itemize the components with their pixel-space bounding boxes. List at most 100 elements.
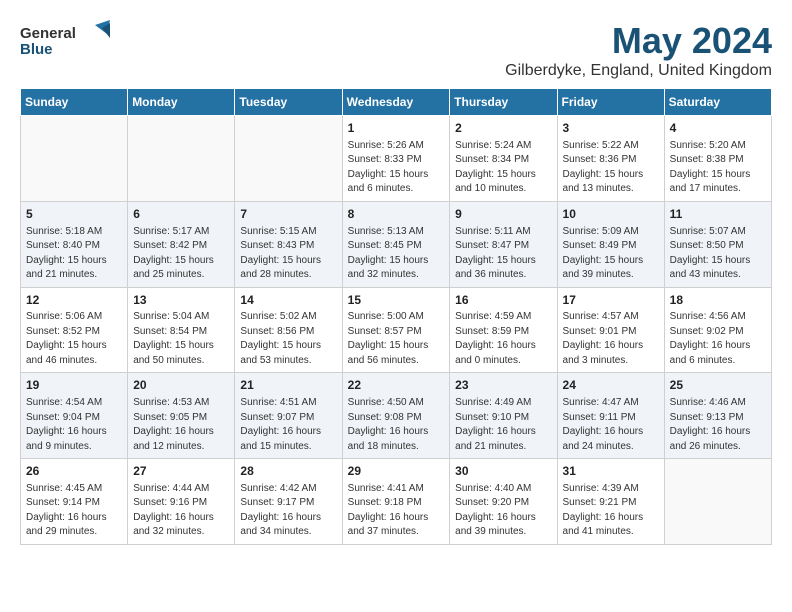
day-info: Sunrise: 4:49 AM Sunset: 9:10 PM Dayligh… <box>455 396 551 454</box>
day-number: 28 <box>240 463 336 480</box>
svg-text:General: General <box>20 25 76 42</box>
day-number: 26 <box>26 463 122 480</box>
calendar-day-cell: 11Sunrise: 5:07 AM Sunset: 8:50 PM Dayli… <box>664 201 771 287</box>
day-info: Sunrise: 4:56 AM Sunset: 9:02 PM Dayligh… <box>670 310 766 368</box>
day-info: Sunrise: 4:47 AM Sunset: 9:11 PM Dayligh… <box>563 396 659 454</box>
weekday-header-thursday: Thursday <box>450 89 557 116</box>
day-info: Sunrise: 5:09 AM Sunset: 8:49 PM Dayligh… <box>563 225 659 283</box>
calendar-day-cell: 12Sunrise: 5:06 AM Sunset: 8:52 PM Dayli… <box>21 287 128 373</box>
day-number: 2 <box>455 120 551 137</box>
day-number: 23 <box>455 377 551 394</box>
day-info: Sunrise: 4:53 AM Sunset: 9:05 PM Dayligh… <box>133 396 229 454</box>
day-info: Sunrise: 5:07 AM Sunset: 8:50 PM Dayligh… <box>670 225 766 283</box>
empty-cell <box>664 459 771 545</box>
day-number: 20 <box>133 377 229 394</box>
empty-cell <box>21 116 128 202</box>
calendar-day-cell: 24Sunrise: 4:47 AM Sunset: 9:11 PM Dayli… <box>557 373 664 459</box>
day-info: Sunrise: 5:26 AM Sunset: 8:33 PM Dayligh… <box>348 139 445 197</box>
day-number: 13 <box>133 292 229 309</box>
day-info: Sunrise: 5:04 AM Sunset: 8:54 PM Dayligh… <box>133 310 229 368</box>
day-info: Sunrise: 4:54 AM Sunset: 9:04 PM Dayligh… <box>26 396 122 454</box>
day-number: 1 <box>348 120 445 137</box>
calendar-day-cell: 29Sunrise: 4:41 AM Sunset: 9:18 PM Dayli… <box>342 459 450 545</box>
calendar-day-cell: 27 Sunrise: 4:44 AM Sunset: 9:16 PM Dayli… <box>128 459 235 545</box>
calendar-day-cell: 13Sunrise: 5:04 AM Sunset: 8:54 PM Dayli… <box>128 287 235 373</box>
weekday-header-monday: Monday <box>128 89 235 116</box>
calendar-day-cell: 5 Sunrise: 5:18 AM Sunset: 8:40 PM Daylig… <box>21 201 128 287</box>
calendar-day-cell: 18Sunrise: 4:56 AM Sunset: 9:02 PM Dayli… <box>664 287 771 373</box>
calendar-day-cell: 4 Sunrise: 5:20 AM Sunset: 8:38 PM Daylig… <box>664 116 771 202</box>
calendar-day-cell: 25 Sunrise: 4:46 AM Sunset: 9:13 PM Dayli… <box>664 373 771 459</box>
day-number: 30 <box>455 463 551 480</box>
calendar-week-row: 1 Sunrise: 5:26 AM Sunset: 8:33 PM Daylig… <box>21 116 772 202</box>
day-number: 19 <box>26 377 122 394</box>
weekday-header-saturday: Saturday <box>664 89 771 116</box>
day-info: Sunrise: 4:57 AM Sunset: 9:01 PM Dayligh… <box>563 310 659 368</box>
day-info: Sunrise: 5:02 AM Sunset: 8:56 PM Dayligh… <box>240 310 336 368</box>
day-number: 9 <box>455 206 551 223</box>
calendar-day-cell: 10 Sunrise: 5:09 AM Sunset: 8:49 PM Dayli… <box>557 201 664 287</box>
day-info: Sunrise: 5:18 AM Sunset: 8:40 PM Dayligh… <box>26 225 122 283</box>
day-info: Sunrise: 4:59 AM Sunset: 8:59 PM Dayligh… <box>455 310 551 368</box>
calendar-day-cell: 16Sunrise: 4:59 AM Sunset: 8:59 PM Dayli… <box>450 287 557 373</box>
day-info: Sunrise: 5:11 AM Sunset: 8:47 PM Dayligh… <box>455 225 551 283</box>
calendar-day-cell: 3 Sunrise: 5:22 AM Sunset: 8:36 PM Daylig… <box>557 116 664 202</box>
day-number: 3 <box>563 120 659 137</box>
day-info: Sunrise: 5:24 AM Sunset: 8:34 PM Dayligh… <box>455 139 551 197</box>
day-number: 7 <box>240 206 336 223</box>
calendar-day-cell: 21 Sunrise: 4:51 AM Sunset: 9:07 PM Dayli… <box>235 373 342 459</box>
title-area: May 2024 Gilberdyke, England, United Kin… <box>505 20 772 80</box>
day-number: 17 <box>563 292 659 309</box>
day-number: 12 <box>26 292 122 309</box>
svg-text:Blue: Blue <box>20 41 53 58</box>
day-number: 14 <box>240 292 336 309</box>
day-info: Sunrise: 4:51 AM Sunset: 9:07 PM Dayligh… <box>240 396 336 454</box>
day-number: 8 <box>348 206 445 223</box>
month-title: May 2024 <box>505 20 772 62</box>
day-info: Sunrise: 5:22 AM Sunset: 8:36 PM Dayligh… <box>563 139 659 197</box>
day-number: 22 <box>348 377 445 394</box>
weekday-header-row: SundayMondayTuesdayWednesdayThursdayFrid… <box>21 89 772 116</box>
day-number: 15 <box>348 292 445 309</box>
day-info: Sunrise: 5:06 AM Sunset: 8:52 PM Dayligh… <box>26 310 122 368</box>
calendar-week-row: 5 Sunrise: 5:18 AM Sunset: 8:40 PM Daylig… <box>21 201 772 287</box>
calendar-day-cell: 23 Sunrise: 4:49 AM Sunset: 9:10 PM Dayli… <box>450 373 557 459</box>
day-number: 16 <box>455 292 551 309</box>
calendar-table: SundayMondayTuesdayWednesdayThursdayFrid… <box>20 88 772 545</box>
day-info: Sunrise: 5:13 AM Sunset: 8:45 PM Dayligh… <box>348 225 445 283</box>
day-info: Sunrise: 4:44 AM Sunset: 9:16 PM Dayligh… <box>133 482 229 540</box>
day-info: Sunrise: 5:00 AM Sunset: 8:57 PM Dayligh… <box>348 310 445 368</box>
day-number: 21 <box>240 377 336 394</box>
day-number: 25 <box>670 377 766 394</box>
day-info: Sunrise: 5:17 AM Sunset: 8:42 PM Dayligh… <box>133 225 229 283</box>
calendar-day-cell: 30Sunrise: 4:40 AM Sunset: 9:20 PM Dayli… <box>450 459 557 545</box>
day-info: Sunrise: 4:50 AM Sunset: 9:08 PM Dayligh… <box>348 396 445 454</box>
calendar-day-cell: 7 Sunrise: 5:15 AM Sunset: 8:43 PM Daylig… <box>235 201 342 287</box>
calendar-day-cell: 19 Sunrise: 4:54 AM Sunset: 9:04 PM Dayli… <box>21 373 128 459</box>
calendar-day-cell: 17Sunrise: 4:57 AM Sunset: 9:01 PM Dayli… <box>557 287 664 373</box>
day-number: 4 <box>670 120 766 137</box>
day-number: 29 <box>348 463 445 480</box>
day-info: Sunrise: 4:46 AM Sunset: 9:13 PM Dayligh… <box>670 396 766 454</box>
calendar-day-cell: 31Sunrise: 4:39 AM Sunset: 9:21 PM Dayli… <box>557 459 664 545</box>
day-info: Sunrise: 5:15 AM Sunset: 8:43 PM Dayligh… <box>240 225 336 283</box>
weekday-header-friday: Friday <box>557 89 664 116</box>
calendar-day-cell: 14Sunrise: 5:02 AM Sunset: 8:56 PM Dayli… <box>235 287 342 373</box>
calendar-day-cell: 28Sunrise: 4:42 AM Sunset: 9:17 PM Dayli… <box>235 459 342 545</box>
day-number: 18 <box>670 292 766 309</box>
calendar-day-cell: 8 Sunrise: 5:13 AM Sunset: 8:45 PM Daylig… <box>342 201 450 287</box>
day-number: 5 <box>26 206 122 223</box>
day-number: 10 <box>563 206 659 223</box>
weekday-header-wednesday: Wednesday <box>342 89 450 116</box>
day-info: Sunrise: 5:20 AM Sunset: 8:38 PM Dayligh… <box>670 139 766 197</box>
weekday-header-tuesday: Tuesday <box>235 89 342 116</box>
calendar-week-row: 19 Sunrise: 4:54 AM Sunset: 9:04 PM Dayli… <box>21 373 772 459</box>
calendar-day-cell: 20 Sunrise: 4:53 AM Sunset: 9:05 PM Dayli… <box>128 373 235 459</box>
weekday-header-sunday: Sunday <box>21 89 128 116</box>
empty-cell <box>128 116 235 202</box>
calendar-day-cell: 26Sunrise: 4:45 AM Sunset: 9:14 PM Dayli… <box>21 459 128 545</box>
day-number: 27 <box>133 463 229 480</box>
empty-cell <box>235 116 342 202</box>
calendar-day-cell: 6Sunrise: 5:17 AM Sunset: 8:42 PM Daylig… <box>128 201 235 287</box>
calendar-week-row: 26Sunrise: 4:45 AM Sunset: 9:14 PM Dayli… <box>21 459 772 545</box>
